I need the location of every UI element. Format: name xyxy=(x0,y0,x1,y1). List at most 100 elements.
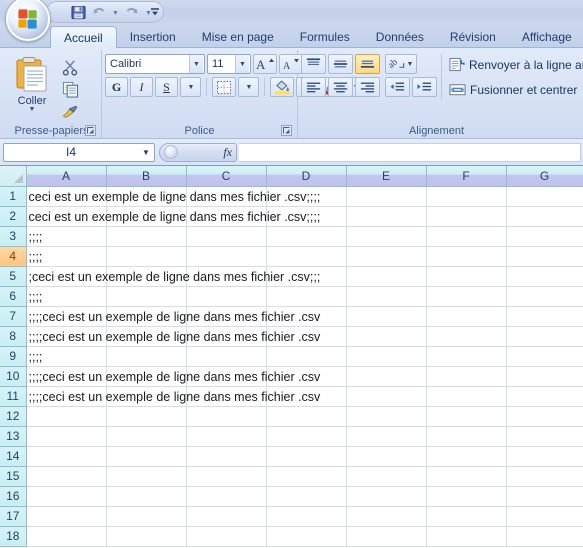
row-header-8[interactable]: 8 xyxy=(0,326,27,347)
cell-C4[interactable] xyxy=(186,246,267,267)
font-dialog-launcher-icon[interactable] xyxy=(281,125,292,136)
cell-A13[interactable] xyxy=(26,426,107,447)
align-left-button[interactable] xyxy=(301,77,326,97)
cell-G12[interactable] xyxy=(506,406,583,427)
font-name-combo[interactable]: Calibri ▼ xyxy=(105,54,205,74)
tab-donnees[interactable]: Données xyxy=(363,26,437,47)
copy-button[interactable] xyxy=(59,79,81,99)
cell-A11[interactable]: ;;;;ceci est un exemple de ligne dans me… xyxy=(26,386,320,407)
row-header-2[interactable]: 2 xyxy=(0,206,27,227)
borders-dropdown-button[interactable]: ▼ xyxy=(238,77,259,97)
cell-E9[interactable] xyxy=(346,346,427,367)
cell-F8[interactable] xyxy=(426,326,507,347)
select-all-corner[interactable] xyxy=(0,166,27,187)
cell-F18[interactable] xyxy=(426,526,507,547)
cell-A18[interactable] xyxy=(26,526,107,547)
cell-F9[interactable] xyxy=(426,346,507,367)
tab-affichage[interactable]: Affichage xyxy=(509,26,583,47)
cell-F11[interactable] xyxy=(426,386,507,407)
cell-F10[interactable] xyxy=(426,366,507,387)
cell-C6[interactable] xyxy=(186,286,267,307)
cell-D13[interactable] xyxy=(266,426,347,447)
cell-F2[interactable] xyxy=(426,206,507,227)
wrap-text-button[interactable]: Renvoyer à la ligne autom xyxy=(446,54,583,75)
cell-D14[interactable] xyxy=(266,446,347,467)
cell-F16[interactable] xyxy=(426,486,507,507)
underline-button[interactable]: S xyxy=(155,77,178,97)
cell-G8[interactable] xyxy=(506,326,583,347)
cell-A12[interactable] xyxy=(26,406,107,427)
bold-button[interactable]: G xyxy=(105,77,128,97)
column-header-d[interactable]: D xyxy=(266,166,347,187)
cell-D4[interactable] xyxy=(266,246,347,267)
cell-B4[interactable] xyxy=(106,246,187,267)
cell-B12[interactable] xyxy=(106,406,187,427)
borders-button[interactable] xyxy=(212,77,236,97)
cell-E11[interactable] xyxy=(346,386,427,407)
cell-A4[interactable]: ;;;; xyxy=(26,246,107,267)
save-icon[interactable] xyxy=(69,3,87,21)
cell-G16[interactable] xyxy=(506,486,583,507)
row-header-5[interactable]: 5 xyxy=(0,266,27,287)
cell-B14[interactable] xyxy=(106,446,187,467)
cell-D18[interactable] xyxy=(266,526,347,547)
row-header-13[interactable]: 13 xyxy=(0,426,27,447)
row-header-15[interactable]: 15 xyxy=(0,466,27,487)
chevron-down-icon[interactable]: ▼ xyxy=(138,148,154,157)
cell-A17[interactable] xyxy=(26,506,107,527)
tab-formules[interactable]: Formules xyxy=(287,26,363,47)
cell-A3[interactable]: ;;;; xyxy=(26,226,107,247)
cell-E2[interactable] xyxy=(346,206,427,227)
column-header-e[interactable]: E xyxy=(346,166,427,187)
row-header-3[interactable]: 3 xyxy=(0,226,27,247)
cell-F13[interactable] xyxy=(426,426,507,447)
tab-accueil[interactable]: Accueil xyxy=(50,26,117,48)
cell-C18[interactable] xyxy=(186,526,267,547)
cell-B3[interactable] xyxy=(106,226,187,247)
column-header-b[interactable]: B xyxy=(106,166,187,187)
cell-A14[interactable] xyxy=(26,446,107,467)
cell-D3[interactable] xyxy=(266,226,347,247)
insert-function-button[interactable]: fx xyxy=(159,142,237,162)
cell-G2[interactable] xyxy=(506,206,583,227)
cell-G14[interactable] xyxy=(506,446,583,467)
cell-E12[interactable] xyxy=(346,406,427,427)
redo-icon[interactable] xyxy=(123,3,141,21)
cell-E10[interactable] xyxy=(346,366,427,387)
cell-E3[interactable] xyxy=(346,226,427,247)
cell-G7[interactable] xyxy=(506,306,583,327)
cell-F12[interactable] xyxy=(426,406,507,427)
cell-G6[interactable] xyxy=(506,286,583,307)
decrease-indent-button[interactable] xyxy=(385,77,410,97)
cell-G17[interactable] xyxy=(506,506,583,527)
font-size-combo[interactable]: 11 ▼ xyxy=(207,54,251,74)
cell-E7[interactable] xyxy=(346,306,427,327)
cell-B16[interactable] xyxy=(106,486,187,507)
row-header-16[interactable]: 16 xyxy=(0,486,27,507)
cell-G1[interactable] xyxy=(506,186,583,207)
cell-D15[interactable] xyxy=(266,466,347,487)
cell-A1[interactable]: ceci est un exemple de ligne dans mes fi… xyxy=(26,186,320,207)
align-center-button[interactable] xyxy=(328,77,353,97)
cell-C13[interactable] xyxy=(186,426,267,447)
cell-C15[interactable] xyxy=(186,466,267,487)
paste-dropdown-icon[interactable]: ▼ xyxy=(29,106,36,113)
row-header-11[interactable]: 11 xyxy=(0,386,27,407)
cell-G10[interactable] xyxy=(506,366,583,387)
format-painter-button[interactable] xyxy=(59,101,81,121)
tab-revision[interactable]: Révision xyxy=(437,26,509,47)
row-header-7[interactable]: 7 xyxy=(0,306,27,327)
align-bottom-button[interactable] xyxy=(355,54,380,74)
chevron-down-icon[interactable]: ▼ xyxy=(235,55,249,73)
cell-E13[interactable] xyxy=(346,426,427,447)
cell-A16[interactable] xyxy=(26,486,107,507)
cell-G9[interactable] xyxy=(506,346,583,367)
column-header-f[interactable]: F xyxy=(426,166,507,187)
cell-G5[interactable] xyxy=(506,266,583,287)
align-right-button[interactable] xyxy=(355,77,380,97)
cell-G3[interactable] xyxy=(506,226,583,247)
cell-B13[interactable] xyxy=(106,426,187,447)
cell-A6[interactable]: ;;;; xyxy=(26,286,107,307)
cell-D12[interactable] xyxy=(266,406,347,427)
cell-E1[interactable] xyxy=(346,186,427,207)
